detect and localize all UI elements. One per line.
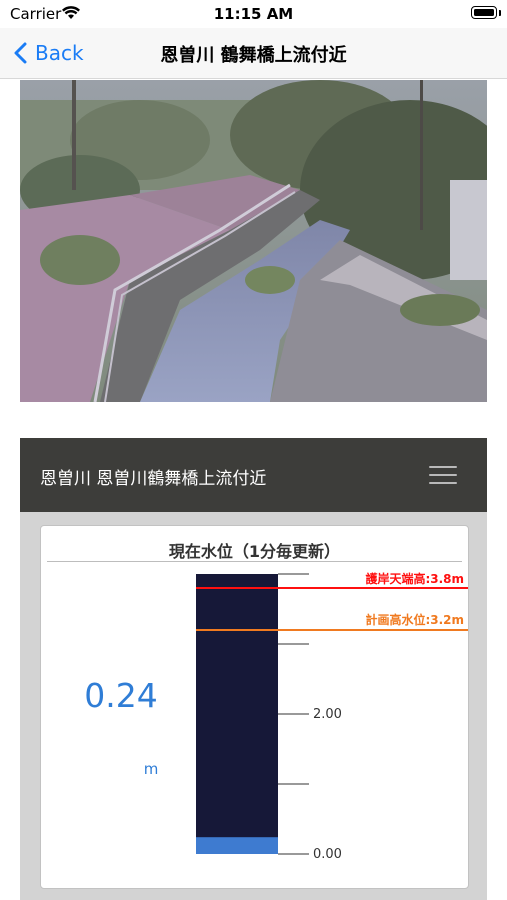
embankment-label: 護岸天端高:3.8m — [365, 571, 464, 586]
water-level-card: 現在水位（1分毎更新） 0.24 m 2.00 0.00 護岸天端高:3.8m … — [40, 525, 469, 889]
water-level-panel: 現在水位（1分毎更新） 0.24 m 2.00 0.00 護岸天端高:3.8m … — [20, 512, 487, 900]
page-title: 恩曽川 鶴舞橋上流付近 — [160, 45, 347, 66]
plan-water-level-label: 計画高水位:3.2m — [365, 612, 464, 627]
water-level-gauge: 2.00 0.00 護岸天端高:3.8m 計画高水位:3.2m — [196, 571, 468, 862]
hamburger-menu-icon[interactable] — [429, 466, 457, 484]
tick-label-0: 0.00 — [313, 847, 342, 862]
status-time: 11:15 AM — [213, 5, 294, 23]
station-title: 恩曽川 恩曽川鶴舞橋上流付近 — [40, 469, 267, 489]
battery-tip-icon — [499, 10, 501, 16]
river-camera-image — [20, 80, 487, 402]
gauge-water-fill — [196, 837, 278, 854]
gauge-bar — [196, 574, 278, 854]
tick-label-2: 2.00 — [313, 707, 342, 722]
navigation-bar: Back 恩曽川 鶴舞橋上流付近 — [0, 28, 507, 79]
battery-icon — [471, 6, 497, 19]
status-bar: Carrier 11:15 AM — [0, 0, 507, 28]
station-header: 恩曽川 恩曽川鶴舞橋上流付近 — [20, 438, 487, 512]
